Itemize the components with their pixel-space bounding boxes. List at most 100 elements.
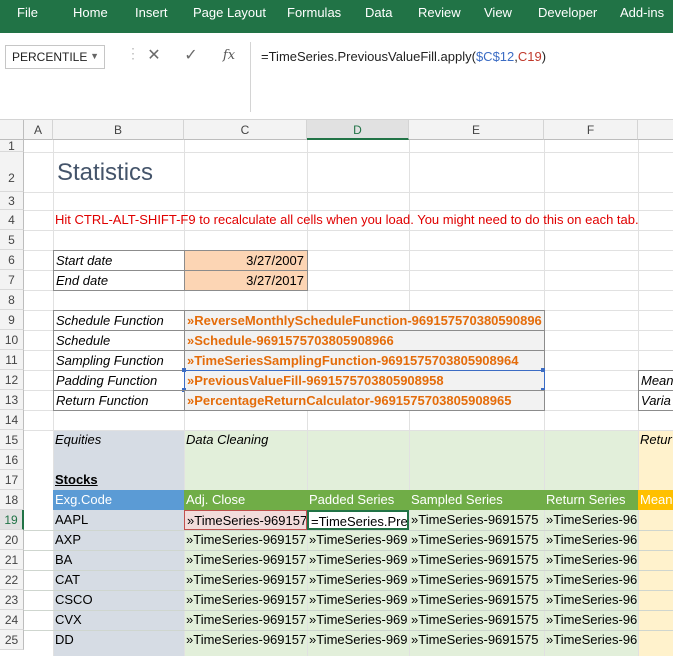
return-series-cell[interactable]: »TimeSeries-96: [544, 610, 638, 630]
column-header-a[interactable]: A: [24, 120, 53, 140]
sampled-series-cell[interactable]: »TimeSeries-9691575: [409, 590, 544, 610]
return-function-value[interactable]: »PercentageReturnCalculator-969157570380…: [184, 390, 545, 411]
tab-page-layout[interactable]: Page Layout: [193, 5, 266, 20]
tab-add-ins[interactable]: Add-ins: [620, 5, 664, 20]
active-cell-padded[interactable]: =TimeSeries.Pre: [307, 510, 409, 530]
row-header-23[interactable]: 23: [0, 590, 24, 610]
column-header-e[interactable]: E: [409, 120, 544, 140]
row-header-24[interactable]: 24: [0, 610, 24, 630]
stock-code[interactable]: AXP: [53, 530, 184, 550]
row-header-22[interactable]: 22: [0, 570, 24, 590]
row-header-9[interactable]: 9: [0, 310, 24, 330]
tab-home[interactable]: Home: [73, 5, 108, 20]
column-header-f[interactable]: F: [544, 120, 638, 140]
sampling-function-value[interactable]: »TimeSeriesSamplingFunction-969157570380…: [184, 350, 545, 371]
header-padded-series[interactable]: Padded Series: [307, 490, 409, 510]
row-header-7[interactable]: 7: [0, 270, 24, 290]
schedule-function-label[interactable]: Schedule Function: [53, 310, 185, 331]
return-series-cell[interactable]: »TimeSeries-96: [544, 630, 638, 650]
header-exg-code[interactable]: Exg.Code: [53, 490, 184, 510]
return-function-label[interactable]: Return Function: [53, 390, 185, 411]
column-header-b[interactable]: B: [53, 120, 184, 140]
equities-label[interactable]: Equities: [53, 430, 184, 450]
row-header-1[interactable]: 1: [0, 140, 24, 152]
stock-code[interactable]: CAT: [53, 570, 184, 590]
padded-series-cell[interactable]: »TimeSeries-969: [307, 550, 409, 570]
sampled-series-cell[interactable]: »TimeSeries-9691575: [409, 530, 544, 550]
row-header-2[interactable]: 2: [0, 152, 24, 192]
row-header-4[interactable]: 4: [0, 210, 24, 230]
return-series-cell[interactable]: »TimeSeries-96: [544, 570, 638, 590]
row-header-25[interactable]: 25: [0, 630, 24, 650]
tab-review[interactable]: Review: [418, 5, 461, 20]
tab-formulas[interactable]: Formulas: [287, 5, 341, 20]
formula-bar-grip[interactable]: ⋮: [126, 45, 140, 69]
row-header-20[interactable]: 20: [0, 530, 24, 550]
adj-close-cell[interactable]: »TimeSeries-969157: [184, 570, 307, 590]
returns-label[interactable]: Retur: [638, 430, 673, 450]
check-icon[interactable]: ✓: [180, 45, 202, 67]
tab-file[interactable]: File: [17, 5, 38, 20]
row-header-3[interactable]: 3: [0, 192, 24, 210]
header-sampled-series[interactable]: Sampled Series: [409, 490, 544, 510]
row-header-18[interactable]: 18: [0, 490, 24, 510]
adj-close-cell[interactable]: »TimeSeries-969157: [184, 550, 307, 570]
start-date-label[interactable]: Start date: [53, 250, 185, 271]
row-header-11[interactable]: 11: [0, 350, 24, 370]
adj-close-cell[interactable]: »TimeSeries-969157: [184, 590, 307, 610]
column-header-g[interactable]: [638, 120, 673, 140]
tab-data[interactable]: Data: [365, 5, 392, 20]
start-date-value[interactable]: 3/27/2007: [184, 250, 308, 271]
padding-function-label[interactable]: Padding Function: [53, 370, 185, 391]
header-mean[interactable]: Mean: [638, 490, 673, 510]
stock-code[interactable]: AAPL: [53, 510, 184, 530]
row-header-14[interactable]: 14: [0, 410, 24, 430]
return-series-cell[interactable]: »TimeSeries-96: [544, 530, 638, 550]
stocks-label[interactable]: Stocks: [53, 470, 184, 490]
stock-code[interactable]: DD: [53, 630, 184, 650]
padded-series-cell[interactable]: »TimeSeries-969: [307, 570, 409, 590]
schedule-function-value[interactable]: »ReverseMonthlyScheduleFunction-96915757…: [184, 310, 545, 331]
row-header-13[interactable]: 13: [0, 390, 24, 410]
recalc-instruction[interactable]: Hit CTRL-ALT-SHIFT-F9 to recalculate all…: [53, 210, 673, 230]
sampled-series-cell[interactable]: »TimeSeries-9691575: [409, 610, 544, 630]
end-date-label[interactable]: End date: [53, 270, 185, 291]
chevron-down-icon[interactable]: ▼: [90, 51, 99, 61]
stock-code[interactable]: BA: [53, 550, 184, 570]
end-date-value[interactable]: 3/27/2017: [184, 270, 308, 291]
tab-developer[interactable]: Developer: [538, 5, 597, 20]
sampling-function-label[interactable]: Sampling Function: [53, 350, 185, 371]
name-box[interactable]: PERCENTILE ▼: [5, 45, 105, 69]
sampled-series-cell[interactable]: »TimeSeries-9691575: [409, 550, 544, 570]
mean-label[interactable]: Mean: [638, 370, 673, 391]
data-cleaning-label[interactable]: Data Cleaning: [184, 430, 484, 450]
stock-code[interactable]: CVX: [53, 610, 184, 630]
padded-series-cell[interactable]: »TimeSeries-969: [307, 530, 409, 550]
column-header-d[interactable]: D: [307, 120, 409, 140]
sampled-series-cell[interactable]: »TimeSeries-9691575: [409, 630, 544, 650]
sampled-series-cell[interactable]: »TimeSeries-9691575: [409, 570, 544, 590]
row-header-8[interactable]: 8: [0, 290, 24, 310]
row-header-15[interactable]: 15: [0, 430, 24, 450]
header-adj-close[interactable]: Adj. Close: [184, 490, 307, 510]
select-all-corner[interactable]: [0, 120, 24, 140]
sampled-series-cell[interactable]: »TimeSeries-9691575: [409, 510, 544, 530]
tab-insert[interactable]: Insert: [135, 5, 168, 20]
schedule-value[interactable]: »Schedule-9691575703805908966: [184, 330, 545, 351]
row-header-21[interactable]: 21: [0, 550, 24, 570]
adj-close-cell[interactable]: »TimeSeries-969157: [184, 610, 307, 630]
adj-close-cell[interactable]: »TimeSeries-969157: [184, 530, 307, 550]
adj-close-cell[interactable]: »TimeSeries-969157: [184, 510, 307, 530]
variance-label[interactable]: Varia: [638, 390, 673, 411]
padded-series-cell[interactable]: »TimeSeries-969: [307, 610, 409, 630]
insert-function-icon[interactable]: fx: [218, 45, 240, 67]
row-header-6[interactable]: 6: [0, 250, 24, 270]
row-header-16[interactable]: 16: [0, 450, 24, 470]
return-series-cell[interactable]: »TimeSeries-96: [544, 550, 638, 570]
close-icon[interactable]: ✕: [143, 45, 165, 67]
sheet-title[interactable]: Statistics: [53, 156, 453, 192]
row-header-12[interactable]: 12: [0, 370, 24, 390]
formula-input[interactable]: =TimeSeries.PreviousValueFill.apply($C$1…: [250, 42, 673, 112]
range-handle[interactable]: [182, 368, 186, 372]
stock-code[interactable]: CSCO: [53, 590, 184, 610]
